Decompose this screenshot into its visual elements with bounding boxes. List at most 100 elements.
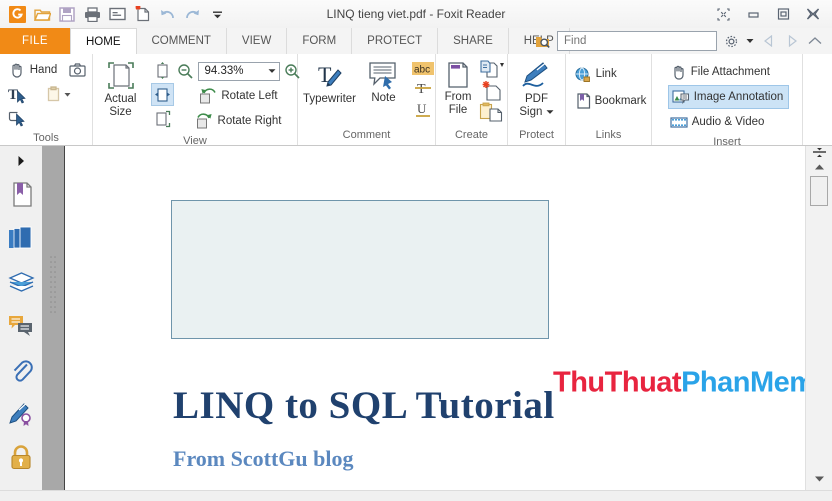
advanced-search-icon[interactable] — [534, 31, 552, 51]
scroll-down-arrow-icon[interactable] — [806, 471, 832, 487]
qat-dropdown-icon[interactable] — [745, 31, 755, 51]
next-page-icon[interactable] — [783, 31, 801, 51]
redo-icon[interactable] — [181, 3, 203, 25]
split-view-handle-icon[interactable] — [806, 146, 832, 159]
tab-file[interactable]: FILE — [0, 28, 70, 54]
rotate-left-label: Rotate Left — [221, 90, 278, 102]
expand-panel-arrow-icon[interactable] — [0, 150, 42, 172]
from-scanner-button[interactable] — [478, 59, 505, 80]
hand-tool[interactable]: Hand — [6, 58, 89, 82]
qat-dropdown-icon[interactable] — [206, 3, 228, 25]
ribbon-group-insert: File Attachment Image Annotation Audio &… — [652, 54, 803, 148]
ribbon-group-label-comment: Comment — [342, 129, 391, 141]
maximize-icon[interactable] — [768, 1, 798, 27]
file-attachment-label: File Attachment — [690, 66, 770, 78]
restore-tabs-icon[interactable] — [708, 1, 738, 27]
print-icon[interactable] — [81, 3, 103, 25]
panel-splitter[interactable] — [42, 146, 65, 491]
underline-button[interactable]: U — [411, 100, 435, 119]
fit-page-button[interactable] — [151, 59, 174, 82]
sidebar-item-comments[interactable] — [0, 304, 42, 348]
bookmark-button[interactable]: Bookmark — [572, 89, 649, 113]
link-button[interactable]: Link — [572, 62, 619, 86]
actual-size-button[interactable]: Actual Size — [94, 58, 148, 119]
sidebar-item-page-thumbnails[interactable] — [0, 216, 42, 260]
previous-page-icon[interactable] — [760, 31, 778, 51]
typewriter-label: Typewriter — [302, 93, 357, 105]
new-from-file-icon[interactable] — [131, 3, 153, 25]
rotate-right-button[interactable]: Rotate Right — [194, 109, 284, 133]
actual-size-label: Actual Size — [104, 93, 137, 118]
vertical-scrollbar[interactable] — [805, 146, 832, 491]
tab-share[interactable]: SHARE — [438, 28, 509, 54]
foxit-logo-icon[interactable] — [6, 3, 28, 25]
highlight-button[interactable]: abc — [411, 59, 435, 77]
note-button[interactable]: Note — [363, 58, 405, 105]
rotate-left-button[interactable]: Rotate Left — [197, 84, 279, 108]
search-input-wrapper[interactable] — [557, 31, 720, 51]
from-clipboard-button[interactable] — [478, 102, 505, 122]
strikeout-button[interactable]: T — [411, 79, 435, 98]
status-bar — [0, 490, 832, 501]
scroll-thumb[interactable] — [810, 176, 828, 206]
audio-video-button[interactable]: Audio & Video — [668, 110, 767, 134]
tab-form[interactable]: FORM — [287, 28, 353, 54]
tab-protect[interactable]: PROTECT — [352, 28, 439, 54]
ribbon-group-links: Link Bookmark Links — [566, 54, 652, 145]
ribbon-group-label-protect: Protect — [519, 129, 554, 141]
document-view[interactable]: ThuThuatPhanMem.vn LINQ to SQL Tutorial … — [65, 146, 805, 491]
ribbon-group-comment: T Typewriter Note abc T U Comment — [298, 54, 436, 145]
minimize-icon[interactable] — [738, 1, 768, 27]
chevron-down-icon — [546, 110, 554, 114]
zoom-out-button[interactable] — [177, 63, 194, 80]
image-annotation-button[interactable]: Image Annotation — [667, 85, 790, 109]
svg-text:abc: abc — [414, 64, 430, 75]
file-attachment-button[interactable]: File Attachment — [668, 60, 772, 84]
sidebar-item-security[interactable] — [0, 436, 42, 480]
undo-icon[interactable] — [156, 3, 178, 25]
tab-view[interactable]: VIEW — [227, 28, 288, 54]
ribbon-group-view: Actual Size 94.33% Rotate Left Rotate Ri… — [93, 54, 300, 147]
zoom-level-combobox[interactable]: 94.33% — [197, 61, 280, 81]
image-annotation-icon — [672, 89, 690, 105]
image-placeholder-box[interactable] — [171, 200, 549, 339]
close-icon[interactable] — [798, 1, 828, 27]
image-annotation-label: Image Annotation — [693, 91, 784, 103]
select-text-tool[interactable]: T — [6, 82, 73, 106]
pdf-page[interactable]: ThuThuatPhanMem.vn LINQ to SQL Tutorial … — [65, 146, 805, 491]
rotate-right-icon — [196, 112, 214, 130]
svg-text:U: U — [417, 101, 427, 116]
snapshot-tool[interactable] — [69, 63, 86, 77]
select-annotation-tool[interactable] — [6, 106, 30, 130]
sidebar-item-attachments[interactable] — [0, 348, 42, 392]
open-file-icon[interactable] — [31, 3, 53, 25]
search-input[interactable] — [562, 34, 720, 48]
save-icon[interactable] — [56, 3, 78, 25]
ribbon-filler — [803, 54, 832, 145]
from-file-button[interactable]: From File — [440, 58, 476, 117]
settings-gear-icon[interactable] — [722, 31, 740, 51]
select-annotation-icon — [8, 109, 28, 127]
sidebar-item-digital-signatures[interactable] — [0, 392, 42, 436]
blank-page-button[interactable] — [478, 81, 505, 101]
ribbon: Hand T Tools Actual Size 94.33% Rotate L… — [0, 54, 832, 148]
scroll-up-arrow-icon[interactable] — [806, 159, 832, 175]
audio-video-label: Audio & Video — [691, 116, 765, 128]
pdf-sign-icon — [519, 60, 555, 92]
email-icon[interactable] — [106, 3, 128, 25]
fit-width-button[interactable] — [150, 83, 174, 106]
tab-comment[interactable]: COMMENT — [137, 28, 227, 54]
pdf-sign-text: PDF Sign — [519, 93, 548, 118]
ribbon-group-label-create: Create — [454, 129, 489, 141]
tab-home[interactable]: HOME — [70, 28, 137, 54]
pdf-sign-button[interactable]: PDF Sign — [513, 58, 561, 119]
sidebar-item-layers[interactable] — [0, 260, 42, 304]
bookmark-label: Bookmark — [594, 95, 647, 107]
select-text-icon: T — [8, 85, 28, 104]
clipboard-paste-tool[interactable] — [46, 85, 71, 103]
fit-visible-button[interactable] — [151, 107, 174, 130]
typewriter-button[interactable]: T Typewriter — [303, 58, 357, 106]
collapse-ribbon-icon[interactable] — [806, 31, 824, 51]
sidebar-item-bookmarks[interactable] — [0, 172, 42, 216]
hand-tool-label: Hand — [29, 64, 58, 76]
